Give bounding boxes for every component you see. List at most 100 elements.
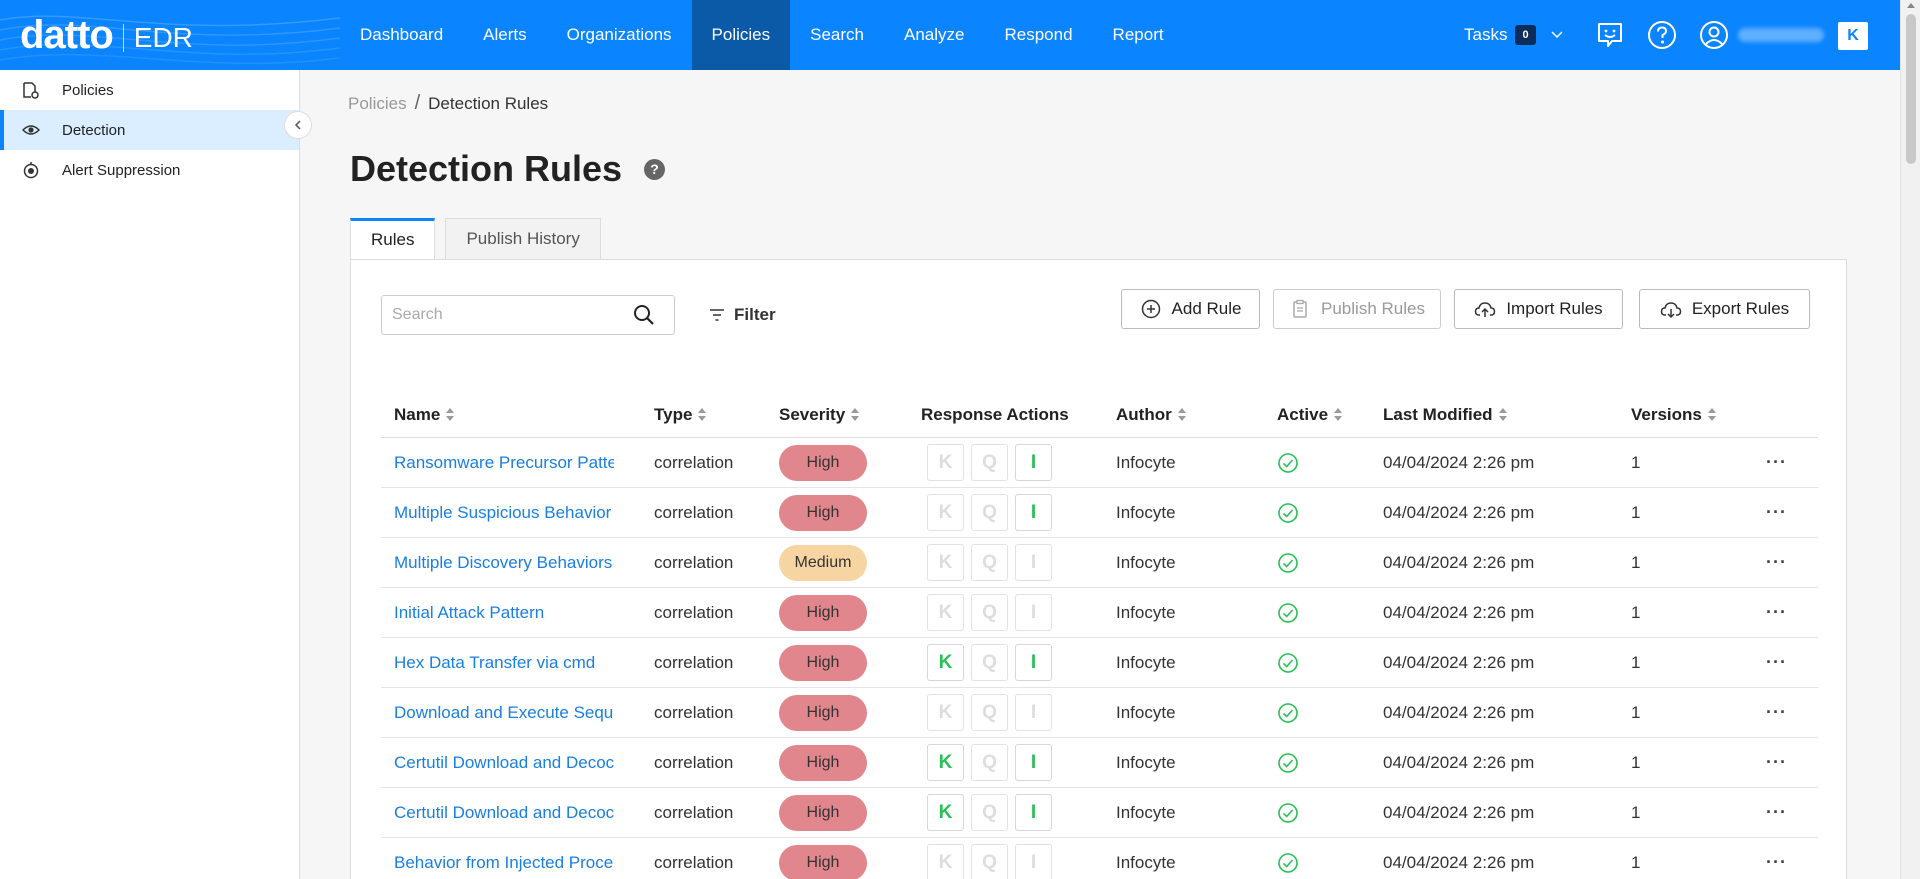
add-rule-button[interactable]: Add Rule xyxy=(1121,289,1260,329)
nav-policies[interactable]: Policies xyxy=(691,0,791,70)
response-isolate-toggle[interactable]: I xyxy=(1015,594,1052,631)
rule-name-link[interactable]: Download and Execute Sequ xyxy=(394,703,614,723)
search-input[interactable] xyxy=(382,306,632,324)
table-row[interactable]: Certutil Download and Decoc correlation … xyxy=(381,738,1818,788)
scroll-up-arrow-icon[interactable] xyxy=(1907,3,1915,8)
rule-name-link[interactable]: Behavior from Injected Proce xyxy=(394,853,614,873)
response-quarantine-toggle[interactable]: Q xyxy=(971,794,1008,831)
more-actions-icon[interactable]: ··· xyxy=(1766,752,1787,773)
response-isolate-toggle[interactable]: I xyxy=(1015,644,1052,681)
sort-icon[interactable] xyxy=(698,407,707,422)
breadcrumb-policies-link[interactable]: Policies xyxy=(348,94,407,113)
datto-edr-logo[interactable]: datto EDR xyxy=(20,15,340,55)
user-avatar-icon[interactable] xyxy=(1698,19,1730,51)
page-scrollbar[interactable] xyxy=(1900,0,1920,879)
response-quarantine-toggle[interactable]: Q xyxy=(971,694,1008,731)
table-row[interactable]: Initial Attack Pattern correlation High … xyxy=(381,588,1818,638)
sort-icon[interactable] xyxy=(851,407,860,422)
nav-organizations[interactable]: Organizations xyxy=(547,0,692,70)
column-header-type[interactable]: Type xyxy=(654,405,707,425)
nav-respond[interactable]: Respond xyxy=(984,0,1092,70)
rule-name-link[interactable]: Certutil Download and Decoc xyxy=(394,753,614,773)
nav-alerts[interactable]: Alerts xyxy=(463,0,546,70)
nav-search[interactable]: Search xyxy=(790,0,884,70)
tab-rules[interactable]: Rules xyxy=(350,218,436,259)
response-isolate-toggle[interactable]: I xyxy=(1015,844,1052,879)
response-isolate-toggle[interactable]: I xyxy=(1015,794,1052,831)
response-kill-toggle[interactable]: K xyxy=(927,844,964,879)
response-kill-toggle[interactable]: K xyxy=(927,694,964,731)
sort-icon[interactable] xyxy=(1498,407,1508,422)
more-actions-icon[interactable]: ··· xyxy=(1766,552,1787,573)
rule-name-link[interactable]: Ransomware Precursor Patte xyxy=(394,453,614,473)
more-actions-icon[interactable]: ··· xyxy=(1766,452,1787,473)
table-row[interactable]: Ransomware Precursor Patte correlation H… xyxy=(381,438,1818,488)
tasks-menu[interactable]: Tasks 0 xyxy=(1464,25,1536,45)
rule-name-link[interactable]: Initial Attack Pattern xyxy=(394,603,614,623)
search-icon[interactable] xyxy=(632,303,656,327)
response-isolate-toggle[interactable]: I xyxy=(1015,494,1052,531)
feedback-icon[interactable] xyxy=(1594,19,1626,51)
sidebar-item-alert-suppression[interactable]: Alert Suppression xyxy=(0,150,299,190)
table-row[interactable]: Behavior from Injected Proce correlation… xyxy=(381,838,1818,879)
response-quarantine-toggle[interactable]: Q xyxy=(971,844,1008,879)
response-quarantine-toggle[interactable]: Q xyxy=(971,444,1008,481)
response-quarantine-toggle[interactable]: Q xyxy=(971,744,1008,781)
more-actions-icon[interactable]: ··· xyxy=(1766,652,1787,673)
publish-rules-button[interactable]: Publish Rules xyxy=(1273,289,1441,329)
rule-name-link[interactable]: Multiple Discovery Behaviors xyxy=(394,553,614,573)
rule-name-link[interactable]: Multiple Suspicious Behavior xyxy=(394,503,614,523)
more-actions-icon[interactable]: ··· xyxy=(1766,702,1787,723)
column-header-severity[interactable]: Severity xyxy=(779,405,860,425)
response-quarantine-toggle[interactable]: Q xyxy=(971,644,1008,681)
more-actions-icon[interactable]: ··· xyxy=(1766,602,1787,623)
response-isolate-toggle[interactable]: I xyxy=(1015,694,1052,731)
column-header-name[interactable]: Name xyxy=(394,405,455,425)
response-isolate-toggle[interactable]: I xyxy=(1015,444,1052,481)
nav-analyze[interactable]: Analyze xyxy=(884,0,984,70)
table-row[interactable]: Download and Execute Sequ correlation Hi… xyxy=(381,688,1818,738)
filter-button[interactable]: Filter xyxy=(708,300,776,330)
column-header-active[interactable]: Active xyxy=(1277,405,1343,425)
response-isolate-toggle[interactable]: I xyxy=(1015,744,1052,781)
nav-dashboard[interactable]: Dashboard xyxy=(340,0,463,70)
response-kill-toggle[interactable]: K xyxy=(927,644,964,681)
user-name-blurred[interactable] xyxy=(1737,28,1824,42)
more-actions-icon[interactable]: ··· xyxy=(1766,802,1787,823)
response-kill-toggle[interactable]: K xyxy=(927,444,964,481)
sidebar-item-policies[interactable]: Policies xyxy=(0,70,299,110)
response-kill-toggle[interactable]: K xyxy=(927,544,964,581)
chevron-down-icon[interactable] xyxy=(1550,28,1564,42)
sort-icon[interactable] xyxy=(1707,407,1717,422)
page-help-icon[interactable]: ? xyxy=(644,158,666,180)
column-header-author[interactable]: Author xyxy=(1116,405,1187,425)
table-row[interactable]: Multiple Suspicious Behavior correlation… xyxy=(381,488,1818,538)
rule-name-link[interactable]: Hex Data Transfer via cmd xyxy=(394,653,614,673)
response-quarantine-toggle[interactable]: Q xyxy=(971,594,1008,631)
column-header-last-modified[interactable]: Last Modified xyxy=(1383,405,1508,425)
sort-icon[interactable] xyxy=(446,407,455,422)
sidebar-item-detection[interactable]: Detection xyxy=(0,110,299,150)
help-icon[interactable] xyxy=(1646,19,1678,51)
sort-icon[interactable] xyxy=(1177,407,1187,422)
export-rules-button[interactable]: Export Rules xyxy=(1639,289,1810,329)
tab-publish-history[interactable]: Publish History xyxy=(445,218,601,259)
response-quarantine-toggle[interactable]: Q xyxy=(971,544,1008,581)
table-row[interactable]: Certutil Download and Decoc correlation … xyxy=(381,788,1818,838)
response-quarantine-toggle[interactable]: Q xyxy=(971,494,1008,531)
response-kill-toggle[interactable]: K xyxy=(927,794,964,831)
rule-name-link[interactable]: Certutil Download and Decoc xyxy=(394,803,614,823)
response-isolate-toggle[interactable]: I xyxy=(1015,544,1052,581)
sidebar-collapse-button[interactable] xyxy=(284,111,312,139)
kaseya-logo[interactable]: K xyxy=(1838,22,1868,50)
column-header-versions[interactable]: Versions xyxy=(1631,405,1717,425)
table-row[interactable]: Multiple Discovery Behaviors correlation… xyxy=(381,538,1818,588)
more-actions-icon[interactable]: ··· xyxy=(1766,502,1787,523)
response-kill-toggle[interactable]: K xyxy=(927,744,964,781)
import-rules-button[interactable]: Import Rules xyxy=(1454,289,1623,329)
scrollbar-thumb[interactable] xyxy=(1906,14,1916,164)
table-row[interactable]: Hex Data Transfer via cmd correlation Hi… xyxy=(381,638,1818,688)
sort-icon[interactable] xyxy=(1334,407,1343,422)
response-kill-toggle[interactable]: K xyxy=(927,594,964,631)
more-actions-icon[interactable]: ··· xyxy=(1766,852,1787,873)
